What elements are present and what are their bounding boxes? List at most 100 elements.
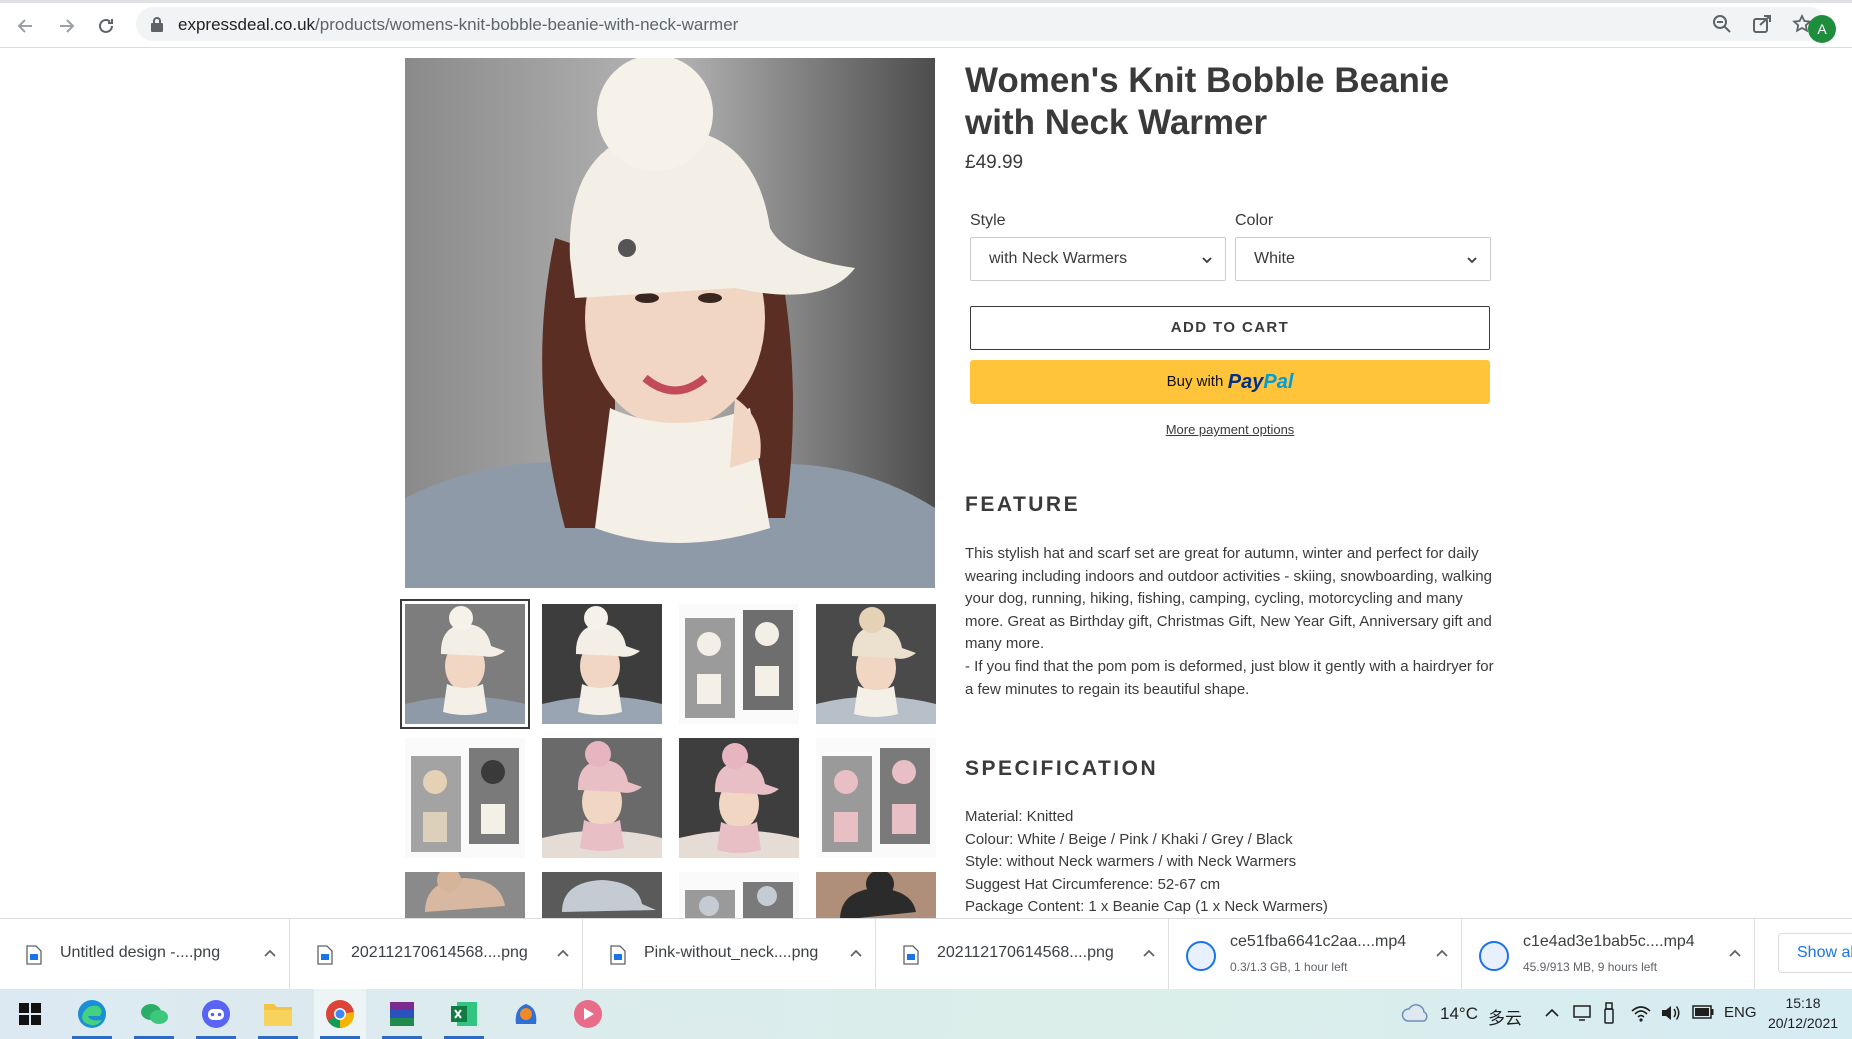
thumbnail-pink-2[interactable] — [679, 738, 799, 858]
thumbnail-image — [542, 604, 662, 724]
thumbnail-image — [405, 604, 525, 724]
clock-time: 15:18 — [1785, 995, 1821, 1011]
style-select[interactable]: with Neck Warmers — [970, 237, 1226, 281]
taskbar-file-explorer[interactable] — [252, 989, 304, 1039]
download-filename: Pink-without_neck....png — [644, 944, 819, 961]
thumbnail-image — [816, 604, 936, 724]
download-progress-icon — [1479, 941, 1509, 971]
taskbar-app-bird[interactable] — [500, 989, 552, 1039]
product-photo-illustration — [405, 58, 935, 588]
thumbnail-image — [542, 738, 662, 858]
display-icon[interactable] — [1572, 1003, 1592, 1023]
feature-note: - If you find that the pom pom is deform… — [965, 658, 1494, 698]
thumbnail-beige-white[interactable] — [816, 604, 936, 724]
thumbnail-beige-collage[interactable] — [405, 738, 525, 858]
thumbnail-image — [816, 872, 936, 918]
paypal-logo-pay: Pay — [1227, 371, 1264, 393]
download-item[interactable]: 202112170614568....png — [877, 919, 1169, 990]
spec-line: Material: Knitted — [965, 808, 1074, 825]
download-filename: Untitled design -....png — [60, 944, 221, 961]
chevron-up-icon[interactable] — [849, 947, 863, 961]
download-filename: ce51fba6641c2aa....mp4 — [1230, 933, 1407, 950]
taskbar-winrar[interactable] — [376, 989, 428, 1039]
taskbar-edge[interactable] — [66, 989, 118, 1039]
thumbnail-pink-1[interactable] — [542, 738, 662, 858]
weather-temperature[interactable]: 14°C — [1440, 1004, 1478, 1024]
profile-avatar[interactable]: A — [1808, 15, 1836, 43]
image-file-icon — [610, 945, 626, 965]
taskbar-discord[interactable] — [190, 989, 242, 1039]
feature-heading: FEATURE — [965, 493, 1081, 516]
thumbnail-image — [679, 604, 799, 724]
show-all-downloads-button[interactable]: Show all — [1778, 933, 1852, 973]
thumbnail-khaki[interactable] — [405, 872, 525, 918]
product-title: Women's Knit Bobble Beanie with Neck War… — [965, 61, 1450, 142]
main-product-image[interactable] — [405, 58, 935, 588]
download-item[interactable]: 202112170614568....png — [291, 919, 583, 990]
thumbnail-white-2[interactable] — [542, 604, 662, 724]
taskbar-clock[interactable]: 15:18 20/12/2021 — [1760, 993, 1846, 1033]
thumbnail-white-collage[interactable] — [679, 604, 799, 724]
paypal-logo-pal: Pal — [1263, 371, 1294, 393]
download-filename: c1e4ad3e1bab5c....mp4 — [1523, 933, 1695, 950]
more-payment-options-link[interactable]: More payment options — [970, 422, 1490, 437]
image-file-icon — [26, 945, 42, 965]
paypal-button[interactable]: Buy with PayPal — [970, 360, 1490, 404]
download-item-in-progress[interactable]: ce51fba6641c2aa....mp4 0.3/1.3 GB, 1 hou… — [1170, 919, 1462, 990]
chevron-up-icon[interactable] — [1435, 947, 1449, 961]
chevron-up-icon[interactable] — [1142, 947, 1156, 961]
arrow-right-icon — [60, 19, 75, 33]
chevron-up-icon[interactable] — [1728, 947, 1742, 961]
download-item-in-progress[interactable]: c1e4ad3e1bab5c....mp4 45.9/913 MB, 9 hou… — [1463, 919, 1755, 990]
specification-list: Material: Knitted Colour: White / Beige … — [965, 806, 1525, 918]
discord-icon — [202, 1000, 230, 1028]
taskbar-chrome[interactable] — [314, 989, 366, 1039]
battery-icon[interactable] — [1692, 1005, 1714, 1019]
zoom-icon[interactable] — [1712, 14, 1732, 34]
clock-date: 20/12/2021 — [1767, 1015, 1839, 1031]
color-select[interactable]: White — [1235, 237, 1491, 281]
folder-icon — [264, 1004, 292, 1026]
thumbnail-white-1[interactable] — [400, 599, 530, 729]
taskbar-excel[interactable] — [438, 989, 490, 1039]
start-button[interactable] — [4, 989, 56, 1039]
address-bar[interactable]: expressdeal.co.uk/products/womens-knit-b… — [136, 7, 1836, 43]
browser-toolbar: expressdeal.co.uk/products/womens-knit-b… — [0, 0, 1852, 48]
weather-description[interactable]: 多云 — [1488, 1004, 1522, 1029]
download-status: 0.3/1.3 GB, 1 hour left — [1230, 960, 1348, 974]
thumbnail-image — [405, 872, 525, 918]
share-icon[interactable] — [1752, 14, 1772, 34]
spec-line: Style: without Neck warmers / with Neck … — [965, 853, 1297, 870]
usb-drive-icon[interactable] — [1602, 1001, 1616, 1025]
chevron-up-icon[interactable] — [263, 947, 277, 961]
chevron-down-icon — [1467, 257, 1477, 264]
color-label: Color — [1235, 212, 1274, 229]
reload-button[interactable] — [92, 12, 120, 40]
back-button[interactable] — [12, 12, 40, 40]
thumbnail-black[interactable] — [816, 872, 936, 918]
style-select-value: with Neck Warmers — [989, 250, 1128, 267]
taskbar-wechat[interactable] — [128, 989, 180, 1039]
taskbar-app-player[interactable] — [562, 989, 614, 1039]
thumbnail-grey[interactable] — [542, 872, 662, 918]
download-filename: 202112170614568....png — [937, 944, 1114, 961]
wifi-icon[interactable] — [1630, 1003, 1652, 1023]
download-status: 45.9/913 MB, 9 hours left — [1523, 960, 1658, 974]
forward-button[interactable] — [52, 12, 80, 40]
windows-logo-icon — [19, 1003, 41, 1025]
color-select-value: White — [1254, 250, 1295, 267]
add-to-cart-button[interactable]: ADD TO CART — [970, 306, 1490, 350]
input-language[interactable]: ENG — [1724, 1004, 1757, 1021]
download-item[interactable]: Untitled design -....png — [0, 919, 290, 990]
style-label: Style — [970, 212, 1006, 229]
chevron-up-icon[interactable] — [556, 947, 570, 961]
chevron-up-icon[interactable] — [1544, 1007, 1560, 1019]
bird-app-icon — [515, 1004, 537, 1024]
download-item[interactable]: Pink-without_neck....png — [584, 919, 876, 990]
speaker-icon[interactable] — [1660, 1003, 1682, 1023]
chevron-down-icon — [1202, 257, 1212, 264]
arrow-left-icon — [17, 19, 32, 33]
thumbnail-pink-collage[interactable] — [816, 738, 936, 858]
excel-icon — [451, 1002, 477, 1026]
thumbnail-grey-collage[interactable] — [679, 872, 799, 918]
